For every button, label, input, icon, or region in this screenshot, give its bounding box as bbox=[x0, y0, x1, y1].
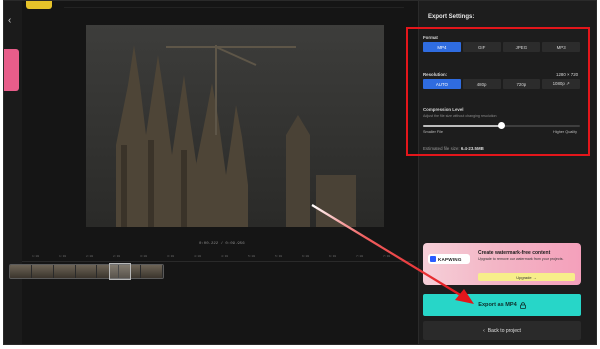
ruler-tick: 1:30 bbox=[59, 255, 67, 258]
panel-title: Export Settings: bbox=[428, 14, 475, 20]
chevron-left-icon: ‹ bbox=[483, 327, 485, 334]
ruler-tick: 2:30 bbox=[113, 255, 121, 258]
ruler-tick: 3:30 bbox=[167, 255, 175, 258]
side-tab[interactable] bbox=[4, 49, 19, 91]
upsell-body: Upgrade to remove our watermark from you… bbox=[478, 257, 564, 261]
ruler-tick: 2:00 bbox=[86, 255, 94, 258]
clip-thumbnail bbox=[53, 265, 76, 278]
top-badge[interactable] bbox=[26, 1, 52, 9]
ruler-tick: 6:00 bbox=[302, 255, 310, 258]
chevron-left-icon[interactable]: ‹ bbox=[8, 15, 11, 26]
ruler-tick: 1:00 bbox=[32, 255, 40, 258]
ruler-tick: 7:00 bbox=[356, 255, 364, 258]
ruler-tick: 4:30 bbox=[221, 255, 229, 258]
kapwing-icon bbox=[430, 256, 436, 262]
lock-icon bbox=[519, 301, 526, 309]
export-button-label: Export as MP4 bbox=[478, 302, 517, 308]
playhead[interactable] bbox=[109, 263, 131, 280]
clip-thumbnail bbox=[141, 265, 163, 278]
highlight-box bbox=[406, 27, 590, 156]
clip-thumbnail bbox=[10, 265, 32, 278]
ruler-tick: 6:30 bbox=[329, 255, 337, 258]
kapwing-wordmark: KAPWING bbox=[438, 256, 462, 262]
left-rail: ‹ bbox=[4, 1, 22, 344]
ruler-tick: 7:30 bbox=[383, 255, 391, 258]
timeline-ruler[interactable]: 1:00 1:30 2:00 2:30 3:00 3:30 4:00 4:30 … bbox=[22, 254, 414, 262]
kapwing-logo: KAPWING bbox=[428, 254, 470, 264]
clip-thumbnail bbox=[31, 265, 54, 278]
ruler-tick: 5:30 bbox=[275, 255, 283, 258]
video-track-clip[interactable] bbox=[9, 264, 164, 279]
timecode: 0:00.222 / 0:09.956 bbox=[199, 242, 245, 246]
upgrade-button[interactable]: Upgrade → bbox=[478, 273, 575, 281]
back-to-project-button[interactable]: ‹ Back to project bbox=[423, 321, 581, 340]
back-button-label: Back to project bbox=[487, 327, 521, 334]
ruler-tick: 5:00 bbox=[248, 255, 256, 258]
ruler-tick: 4:00 bbox=[194, 255, 202, 258]
video-preview bbox=[86, 25, 384, 227]
export-button[interactable]: Export as MP4 bbox=[423, 294, 581, 316]
upgrade-banner: KAPWING Create watermark-free content Up… bbox=[423, 243, 581, 285]
ruler-tick: 3:00 bbox=[140, 255, 148, 258]
clip-thumbnail bbox=[75, 265, 98, 278]
upsell-title: Create watermark-free content bbox=[478, 250, 551, 256]
video-frame-image bbox=[86, 25, 384, 227]
toolbar-divider bbox=[64, 7, 404, 11]
